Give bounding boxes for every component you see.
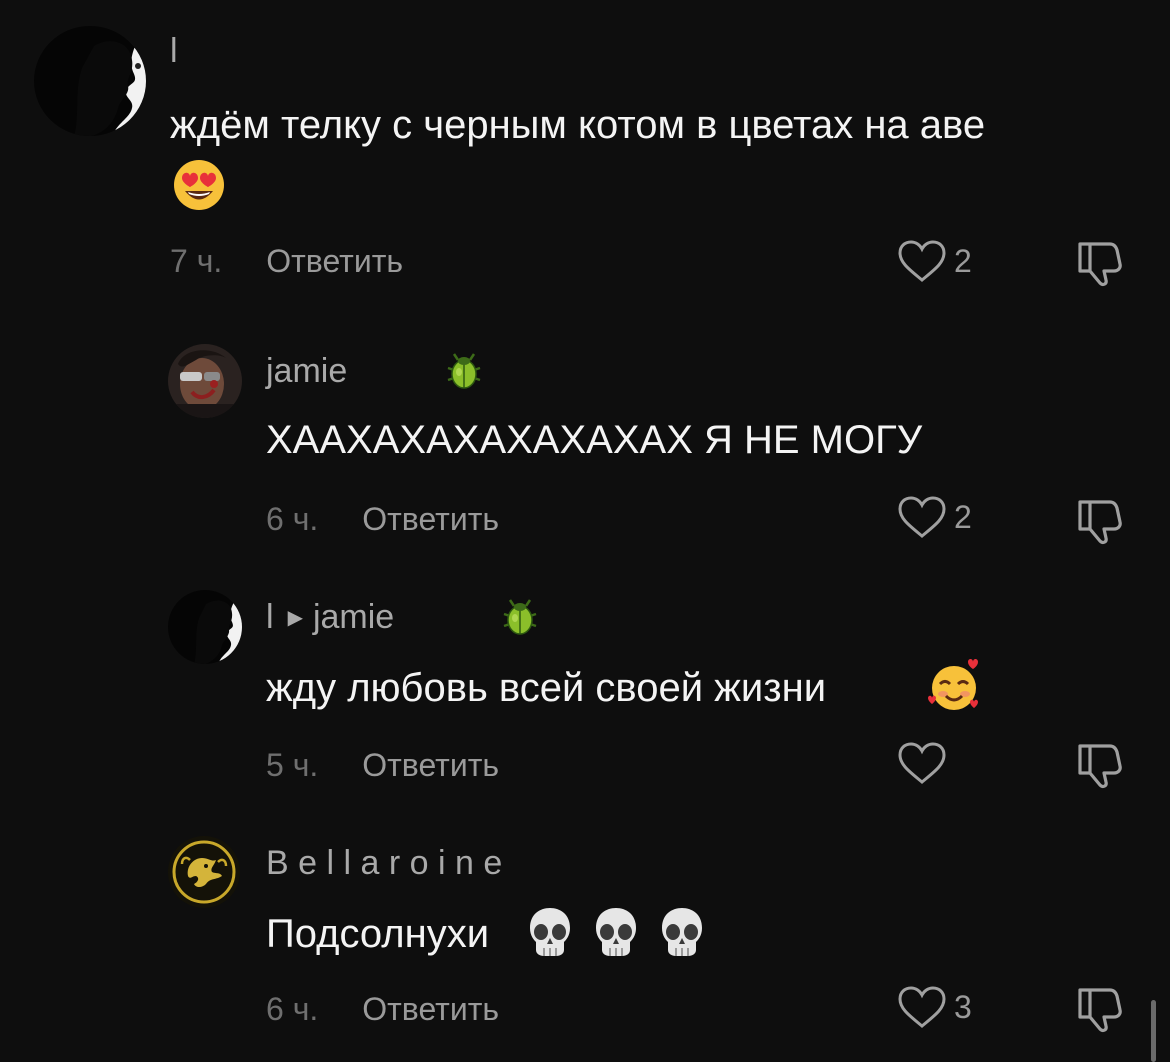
username-text: jamie xyxy=(266,352,348,390)
heart-icon xyxy=(898,986,946,1028)
comment-time: 6 ч. xyxy=(266,501,319,537)
smiling-face-with-hearts-emoji-icon xyxy=(926,658,982,714)
like-button[interactable] xyxy=(896,740,954,786)
comment-username[interactable]: l ▶ jamie xyxy=(266,598,394,637)
skull-emoji-icon xyxy=(654,904,710,960)
beetle-badge-icon xyxy=(442,348,486,392)
comment-username[interactable]: l xyxy=(170,32,178,71)
username-text: l xyxy=(266,598,274,636)
scrollbar[interactable] xyxy=(1151,1000,1156,1062)
heart-icon xyxy=(898,742,946,784)
comment-meta: 7 ч. Ответить xyxy=(170,243,403,280)
comment-meta: 6 ч. Ответить xyxy=(266,501,499,538)
comment-meta: 6 ч. Ответить xyxy=(266,991,499,1028)
comment-username[interactable]: B e l l a r o i n e xyxy=(266,844,502,883)
reply-button[interactable]: Ответить xyxy=(362,747,499,783)
like-button[interactable]: 3 xyxy=(896,984,972,1030)
thumbs-down-icon xyxy=(1078,500,1122,545)
comment-text: ждём телку с черным котом в цветах на ав… xyxy=(170,97,985,153)
like-button[interactable]: 2 xyxy=(896,494,972,540)
like-count: 3 xyxy=(954,988,972,1025)
dislike-button[interactable] xyxy=(1074,238,1124,288)
avatar-image xyxy=(168,344,242,418)
avatar[interactable] xyxy=(168,590,242,664)
skull-emoji-icon xyxy=(522,904,578,960)
dislike-button[interactable] xyxy=(1074,740,1124,790)
like-count: 2 xyxy=(954,242,972,279)
username-text: B e l l a r o i n e xyxy=(266,844,503,882)
like-button[interactable]: 2 xyxy=(896,238,972,284)
comment-username[interactable]: jamie xyxy=(266,352,347,391)
dislike-button[interactable] xyxy=(1074,496,1124,546)
comment-text-content: ждём телку с черным котом в цветах на ав… xyxy=(170,103,986,147)
thumbs-down-icon xyxy=(1078,744,1122,789)
reply-to-username[interactable]: jamie xyxy=(313,598,394,637)
avatar-image xyxy=(34,26,146,136)
heart-icon xyxy=(898,240,946,282)
like-count: 2 xyxy=(954,498,972,535)
comment-text: ХААХАХАХАХАХАХАХ Я НЕ МОГУ xyxy=(266,412,922,468)
thumbs-down-icon xyxy=(1078,242,1122,287)
reply-button[interactable]: Ответить xyxy=(362,991,499,1027)
username-text: l xyxy=(170,32,178,70)
comment-meta: 5 ч. Ответить xyxy=(266,747,499,784)
skull-emoji-icon xyxy=(588,904,644,960)
dislike-button[interactable] xyxy=(1074,984,1124,1034)
reply-button[interactable]: Ответить xyxy=(266,243,403,279)
heart-icon xyxy=(898,496,946,538)
comment-text-content: Подсолнухи xyxy=(266,912,490,956)
avatar-image xyxy=(168,590,242,664)
comment-text: жду любовь всей своей жизни xyxy=(266,660,826,716)
beetle-badge-icon xyxy=(498,594,542,638)
heart-eyes-emoji-icon xyxy=(172,158,226,212)
comment-time: 6 ч. xyxy=(266,991,319,1027)
comment-text: Подсолнухи xyxy=(266,906,489,962)
reply-arrow-icon: ▶ xyxy=(287,607,303,629)
avatar[interactable] xyxy=(168,344,242,418)
comment-text-content: жду любовь всей своей жизни xyxy=(266,666,827,710)
comment-time: 5 ч. xyxy=(266,747,319,783)
avatar[interactable] xyxy=(168,836,240,908)
avatar-image xyxy=(168,836,240,908)
reply-button[interactable]: Ответить xyxy=(362,501,499,537)
thumbs-down-icon xyxy=(1078,988,1122,1033)
comment-text-content: ХААХАХАХАХАХАХАХ Я НЕ МОГУ xyxy=(266,418,923,462)
comment-time: 7 ч. xyxy=(170,243,223,279)
avatar[interactable] xyxy=(34,26,146,136)
